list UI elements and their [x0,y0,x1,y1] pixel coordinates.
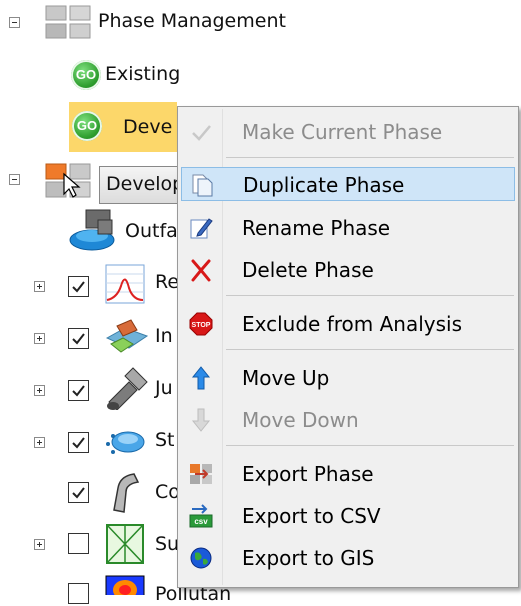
expand-junctions-toggle[interactable] [34,385,45,396]
junctions-label[interactable]: Ju [155,376,173,400]
outfall-icon [68,208,120,252]
menu-item-make-current-phase[interactable]: Make Current Phase [181,115,515,149]
pollutant-icon [104,574,146,595]
conduits-checkbox[interactable] [68,482,89,503]
checkmark-icon [189,120,213,144]
subbasin-icon [104,522,146,566]
csv-icon: csv [189,504,213,528]
collapse-phase-node-toggle[interactable] [9,174,20,185]
arrow-up-icon [189,366,213,390]
svg-text:STOP: STOP [192,322,211,329]
menu-item-label: Exclude from Analysis [242,312,463,336]
menu-item-rename-phase[interactable]: Rename Phase [181,211,515,245]
junctions-checkbox[interactable] [68,380,89,401]
pipe-junction-icon [103,366,151,411]
expand-rainfall-toggle[interactable] [34,281,45,292]
export-icon [189,462,213,486]
conduit-icon [104,470,148,514]
expand-storage-toggle[interactable] [34,437,45,448]
collapse-phase-management-toggle[interactable] [9,17,20,28]
rainfall-label[interactable]: Re [155,270,179,294]
svg-text:csv: csv [194,517,208,526]
duplicate-icon [190,173,214,197]
expand-subbasins-toggle[interactable] [34,539,45,550]
globe-icon [189,546,213,570]
stop-sign-icon: STOP [189,312,213,336]
menu-separator [226,157,514,158]
menu-separator [226,445,514,446]
storage-icon [102,422,150,462]
menu-item-label: Make Current Phase [242,120,443,144]
menu-item-exclude-from-analysis[interactable]: STOP Exclude from Analysis [181,307,515,341]
delete-x-icon [189,258,213,282]
menu-item-label: Export Phase [242,462,374,486]
phase-management-icon [44,4,92,40]
menu-separator [226,349,514,350]
menu-item-label: Export to GIS [242,546,375,570]
subbasins-checkbox[interactable] [68,533,89,554]
inlet-icon [103,316,151,356]
menu-item-label: Move Up [242,366,330,390]
pollutants-checkbox[interactable] [68,583,89,604]
menu-item-duplicate-phase[interactable]: Duplicate Phase [181,167,515,201]
phase-node-icon [44,160,94,200]
menu-separator [226,295,514,296]
outfall-label[interactable]: Outfa [125,219,178,243]
phase-selector-value: Develop [106,173,185,195]
subbasins-label[interactable]: Su [155,532,179,556]
inlets-checkbox[interactable] [68,328,89,349]
menu-item-export-to-csv[interactable]: csv Export to CSV [181,499,515,533]
menu-item-label: Delete Phase [242,258,374,282]
phase-context-menu: Make Current Phase Duplicate Phase Renam… [177,106,519,588]
expand-inlets-toggle[interactable] [34,333,45,344]
inlets-label[interactable]: In [155,324,173,348]
menu-item-label: Move Down [242,408,359,432]
menu-item-export-to-gis[interactable]: Export to GIS [181,541,515,575]
storage-label[interactable]: St [155,428,175,452]
go-icon: GO [72,111,102,141]
menu-item-label: Duplicate Phase [243,173,405,197]
menu-item-move-down[interactable]: Move Down [181,403,515,437]
menu-item-delete-phase[interactable]: Delete Phase [181,253,515,287]
go-icon: GO [71,60,101,90]
rainfall-chart-icon [103,262,147,306]
arrow-down-icon [189,408,213,432]
storage-checkbox[interactable] [68,432,89,453]
menu-item-export-phase[interactable]: Export Phase [181,457,515,491]
phase-development-label[interactable]: Deve [123,115,172,139]
rainfall-checkbox[interactable] [68,276,89,297]
phase-existing-label[interactable]: Existing [105,62,180,86]
rename-icon [189,216,213,240]
phase-management-label[interactable]: Phase Management [98,9,286,33]
menu-item-move-up[interactable]: Move Up [181,361,515,395]
menu-item-label: Rename Phase [242,216,391,240]
menu-item-label: Export to CSV [242,504,381,528]
